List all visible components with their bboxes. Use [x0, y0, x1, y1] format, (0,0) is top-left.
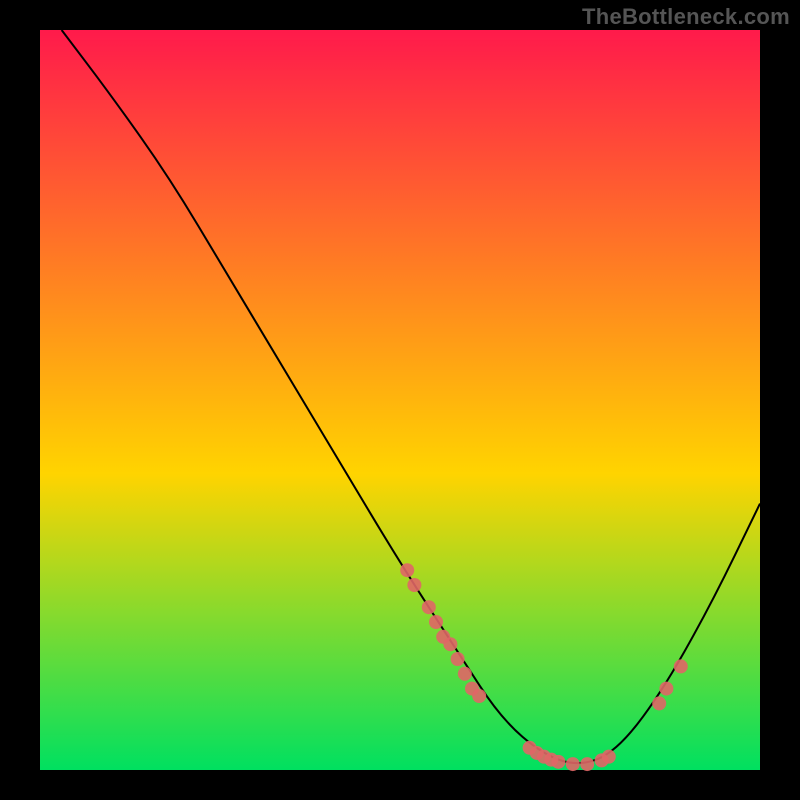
data-point — [400, 563, 414, 577]
bottleneck-chart — [0, 0, 800, 800]
data-point — [674, 659, 688, 673]
data-point — [451, 652, 465, 666]
data-point — [602, 750, 616, 764]
data-point — [566, 757, 580, 771]
plot-background — [40, 30, 760, 770]
data-point — [580, 757, 594, 771]
data-point — [443, 637, 457, 651]
data-point — [407, 578, 421, 592]
data-point — [551, 755, 565, 769]
data-point — [659, 682, 673, 696]
data-point — [458, 667, 472, 681]
data-point — [472, 689, 486, 703]
data-point — [652, 696, 666, 710]
data-point — [422, 600, 436, 614]
chart-frame: { "watermark": "TheBottleneck.com", "cha… — [0, 0, 800, 800]
data-point — [429, 615, 443, 629]
